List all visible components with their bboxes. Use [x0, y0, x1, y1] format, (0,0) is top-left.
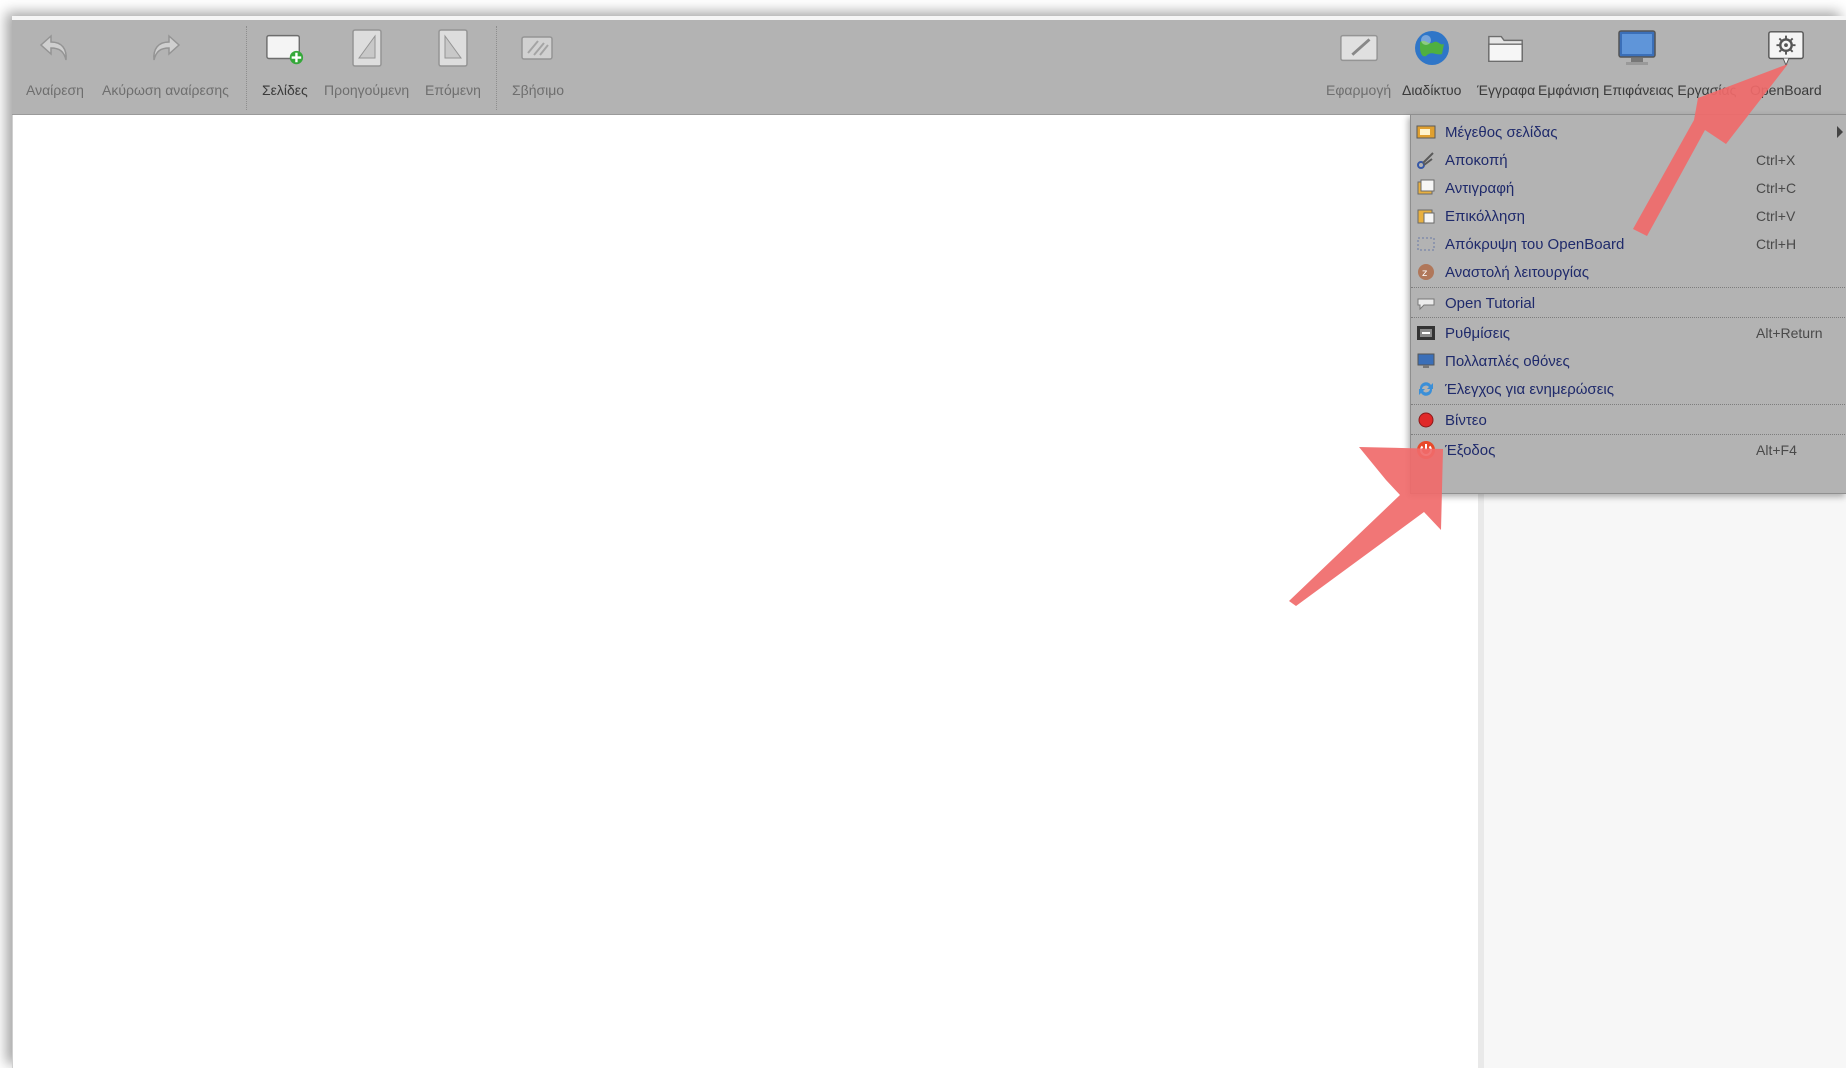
menu-item-sleep[interactable]: z Αναστολή λειτουργίας	[1411, 258, 1846, 286]
settings-gear-icon	[1766, 28, 1806, 68]
menu-separator	[1411, 317, 1846, 318]
sleep-icon: z	[1415, 262, 1437, 282]
update-icon	[1415, 379, 1437, 399]
openboard-menu-button[interactable]: OpenBoard	[1750, 28, 1822, 98]
paste-icon	[1415, 206, 1437, 226]
openboard-dropdown-menu: Μέγεθος σελίδας Αποκοπή Ctrl+X Αντιγραφή…	[1410, 114, 1846, 494]
menu-item-open-tutorial[interactable]: Open Tutorial	[1411, 289, 1846, 317]
menu-item-label: Μέγεθος σελίδας	[1445, 123, 1558, 141]
menu-item-label: Απόκρυψη του OpenBoard	[1445, 235, 1625, 253]
svg-text:z: z	[1422, 268, 1427, 279]
scissors-icon	[1415, 150, 1437, 170]
main-toolbar: Αναίρεση Ακύρωση αναίρεσης Σελίδες Προηγ…	[12, 20, 1846, 122]
board-canvas[interactable]	[12, 115, 1479, 1068]
preferences-icon	[1415, 323, 1437, 343]
undo-label: Αναίρεση	[26, 82, 84, 98]
board-icon	[1339, 28, 1379, 68]
power-icon	[1415, 440, 1437, 460]
menu-item-multi-screen[interactable]: Πολλαπλές οθόνες	[1411, 347, 1846, 375]
folder-icon	[1486, 28, 1526, 68]
menu-item-copy[interactable]: Αντιγραφή Ctrl+C	[1411, 174, 1846, 202]
documents-button[interactable]: Έγγραφα	[1477, 28, 1535, 98]
undo-icon	[35, 28, 75, 68]
previous-page-icon	[347, 28, 387, 68]
hide-icon	[1415, 234, 1437, 254]
pages-button[interactable]: Σελίδες	[262, 28, 308, 98]
menu-item-label: Βίντεο	[1445, 411, 1487, 429]
menu-item-shortcut: Alt+F4	[1756, 442, 1797, 458]
menu-separator	[1411, 287, 1846, 288]
undo-button[interactable]: Αναίρεση	[26, 28, 84, 98]
menu-item-shortcut: Ctrl+V	[1756, 208, 1796, 224]
board-mode-label: Εφαρμογή	[1326, 82, 1392, 98]
toolbar-separator	[496, 26, 497, 110]
menu-separator	[1411, 404, 1846, 405]
menu-item-page-size[interactable]: Μέγεθος σελίδας	[1411, 118, 1846, 146]
redo-label: Ακύρωση αναίρεσης	[102, 82, 229, 98]
menu-item-label: Πολλαπλές οθόνες	[1445, 352, 1570, 370]
toolbar-separator	[246, 26, 247, 110]
show-desktop-label: Εμφάνιση Επιφάνειας Εργασίας	[1538, 82, 1737, 98]
openboard-label: OpenBoard	[1750, 82, 1822, 98]
next-page-icon	[433, 28, 473, 68]
globe-icon	[1412, 28, 1452, 68]
next-page-button[interactable]: Επόμενη	[425, 28, 481, 98]
menu-item-check-updates[interactable]: Έλεγχος για ενημερώσεις	[1411, 375, 1846, 403]
board-mode-button[interactable]: Εφαρμογή	[1326, 28, 1391, 98]
erase-icon	[518, 28, 558, 68]
menu-item-shortcut: Ctrl+X	[1756, 152, 1796, 168]
web-button[interactable]: Διαδίκτυο	[1402, 28, 1461, 98]
documents-label: Έγγραφα	[1477, 82, 1536, 98]
menu-item-hide[interactable]: Απόκρυψη του OpenBoard Ctrl+H	[1411, 230, 1846, 258]
web-label: Διαδίκτυο	[1402, 82, 1462, 98]
menu-item-label: Open Tutorial	[1445, 294, 1536, 312]
menu-item-label: Αποκοπή	[1445, 151, 1508, 169]
previous-page-button[interactable]: Προηγούμενη	[324, 28, 409, 98]
menu-item-shortcut: Alt+Return	[1756, 325, 1823, 341]
record-icon	[1415, 410, 1437, 430]
redo-button[interactable]: Ακύρωση αναίρεσης	[102, 28, 229, 98]
tutorial-icon	[1415, 293, 1437, 313]
desktop-icon	[1567, 28, 1707, 68]
menu-item-label: Αναστολή λειτουργίας	[1445, 263, 1589, 281]
next-page-label: Επόμενη	[425, 82, 481, 98]
pages-label: Σελίδες	[262, 82, 308, 98]
menu-item-cut[interactable]: Αποκοπή Ctrl+X	[1411, 146, 1846, 174]
menu-item-label: Έλεγχος για ενημερώσεις	[1445, 380, 1614, 398]
menu-item-exit[interactable]: Έξοδος Alt+F4	[1411, 436, 1846, 464]
menu-item-shortcut: Ctrl+C	[1756, 180, 1797, 196]
erase-button[interactable]: Σβήσιμο	[512, 28, 564, 98]
menu-item-preferences[interactable]: Ρυθμίσεις Alt+Return	[1411, 319, 1846, 347]
multi-screen-icon	[1415, 351, 1437, 371]
submenu-arrow-icon	[1837, 126, 1843, 138]
previous-page-label: Προηγούμενη	[324, 82, 410, 98]
pages-icon	[265, 28, 305, 68]
redo-icon	[145, 28, 185, 68]
menu-item-label: Έξοδος	[1445, 441, 1496, 459]
menu-item-label: Αντιγραφή	[1445, 179, 1515, 197]
show-desktop-button[interactable]: Εμφάνιση Επιφάνειας Εργασίας	[1538, 28, 1736, 98]
menu-item-shortcut: Ctrl+H	[1756, 236, 1797, 252]
copy-icon	[1415, 178, 1437, 198]
menu-item-label: Ρυθμίσεις	[1445, 324, 1511, 342]
erase-label: Σβήσιμο	[512, 82, 565, 98]
page-size-icon	[1415, 122, 1437, 142]
menu-separator	[1411, 434, 1846, 435]
menu-item-paste[interactable]: Επικόλληση Ctrl+V	[1411, 202, 1846, 230]
menu-item-label: Επικόλληση	[1445, 207, 1526, 225]
menu-item-video[interactable]: Βίντεο	[1411, 406, 1846, 434]
